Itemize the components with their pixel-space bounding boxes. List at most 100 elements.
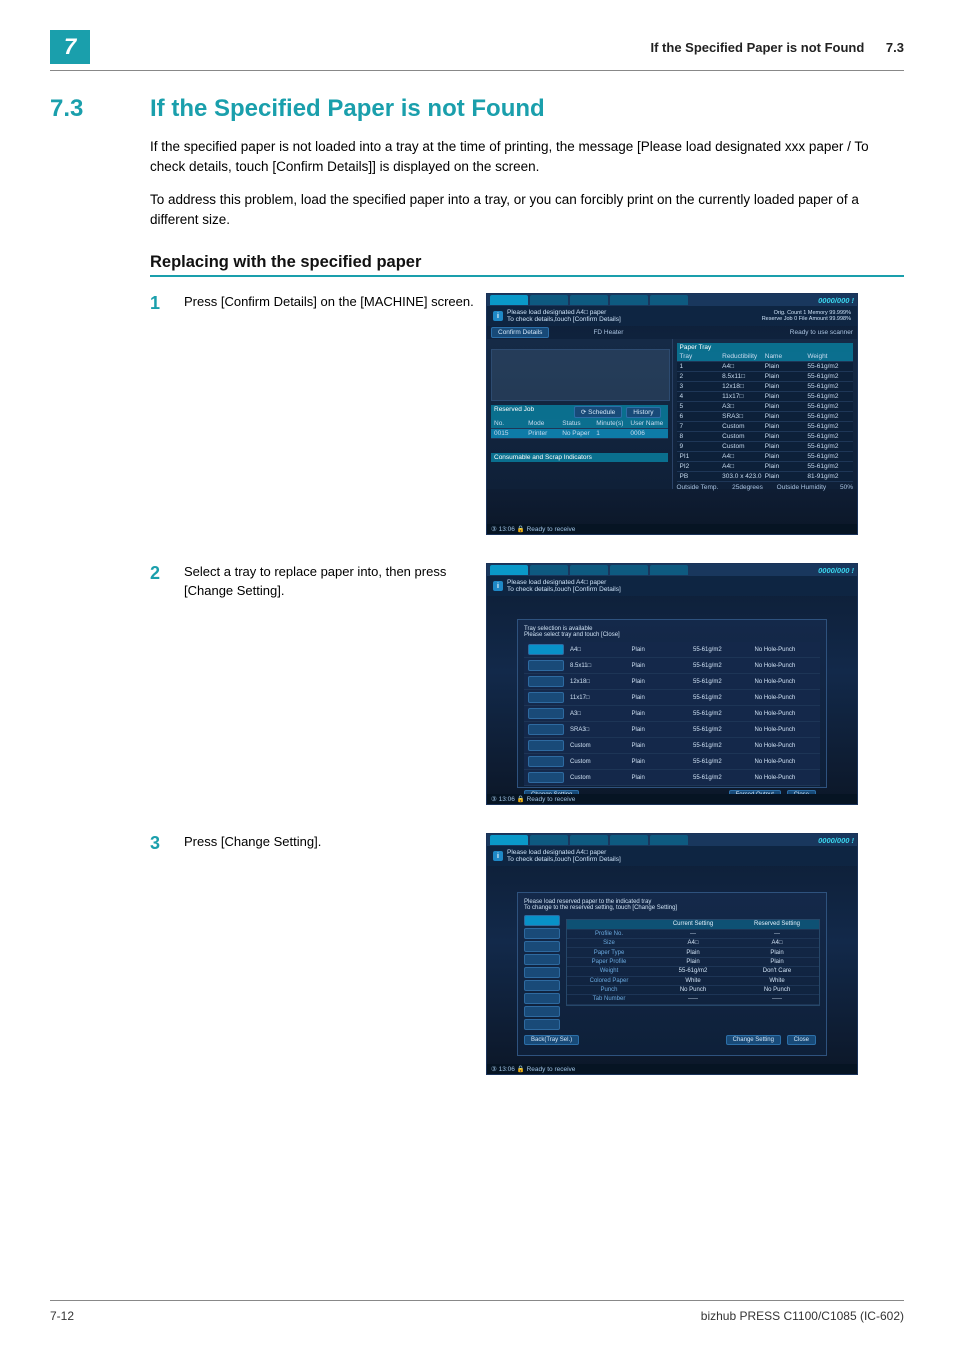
setting-row: Paper TypePlainPlain [567, 948, 819, 957]
tab-copy[interactable] [610, 835, 648, 845]
running-title-text: If the Specified Paper is not Found [651, 40, 865, 55]
tab-scan[interactable] [650, 565, 688, 575]
footer-product: bizhub PRESS C1100/C1085 (IC-602) [701, 1309, 904, 1323]
stop-counter: 0000/000 ! [818, 836, 854, 845]
tray-select-row[interactable]: A4□Plain55-61g/m2No Hole-Punch [524, 642, 820, 658]
stop-counter: 0000/000 ! [818, 566, 854, 575]
fd-heater-label: FD Heater [593, 329, 623, 336]
tab-scan[interactable] [650, 295, 688, 305]
paper-tray-row[interactable]: 28.5x11□Plain55-61g/m2 [677, 372, 854, 382]
paper-tray-header: Paper Tray [677, 343, 854, 352]
paper-tray-row[interactable]: 9CustomPlain55-61g/m2 [677, 442, 854, 452]
step-2-text: Select a tray to replace paper into, the… [184, 563, 486, 601]
tab-machine[interactable] [490, 295, 528, 305]
msg-line-1: Please load designated A4□ paper [507, 309, 621, 316]
chapter-tab: 7 [50, 30, 90, 64]
setting-row: Colored PaperWhiteWhite [567, 977, 819, 986]
machine-screen-screenshot-1: 0000/000 ! i Please load designated A4□ … [486, 293, 858, 535]
tab-recall[interactable] [570, 565, 608, 575]
machine-screen-screenshot-3: 0000/000 ! i Please load designated A4□ … [486, 833, 858, 1075]
info-icon: i [493, 581, 503, 591]
paper-tray-row[interactable]: 1A4□Plain55-61g/m2 [677, 362, 854, 372]
tray-selection-dialog: Tray selection is available Please selec… [517, 619, 827, 788]
tray-button[interactable] [524, 980, 560, 991]
machine-illustration [491, 349, 670, 401]
running-header: 7 If the Specified Paper is not Found 7.… [50, 30, 904, 71]
page-footer: 7-12 bizhub PRESS C1100/C1085 (IC-602) [50, 1300, 904, 1323]
confirm-details-button[interactable]: Confirm Details [491, 327, 549, 338]
tab-joblist[interactable] [530, 295, 568, 305]
step-1: 1 Press [Confirm Details] on the [MACHIN… [150, 293, 904, 535]
info-icon: i [493, 311, 503, 321]
paper-tray-row[interactable]: 6SRA3□Plain55-61g/m2 [677, 412, 854, 422]
paper-tray-row[interactable]: 312x18□Plain55-61g/m2 [677, 382, 854, 392]
section-number: 7.3 [50, 95, 150, 123]
tray-select-row[interactable]: 12x18□Plain55-61g/m2No Hole-Punch [524, 674, 820, 690]
step-1-text: Press [Confirm Details] on the [MACHINE]… [184, 293, 486, 312]
consumable-header: Consumable and Scrap Indicators [491, 453, 668, 462]
reserved-job-header: Reserved Job [494, 406, 534, 418]
tray-button[interactable] [524, 1019, 560, 1030]
change-setting-button[interactable]: Change Setting [726, 1035, 781, 1045]
machine-screen-screenshot-2: 0000/000 ! i Please load designated A4□ … [486, 563, 858, 805]
tab-joblist[interactable] [530, 835, 568, 845]
tray-select-row[interactable]: CustomPlain55-61g/m2No Hole-Punch [524, 738, 820, 754]
col-reserved: Reserved Setting [735, 920, 819, 928]
history-button[interactable]: History [626, 407, 660, 418]
tray-select-row[interactable]: 11x17□Plain55-61g/m2No Hole-Punch [524, 690, 820, 706]
change-setting-dialog: Please load reserved paper to the indica… [517, 892, 827, 1056]
setting-row: PunchNo PunchNo Punch [567, 986, 819, 995]
tray1-button[interactable] [524, 915, 560, 926]
setting-row: Profile No.------ [567, 930, 819, 939]
tray-select-row[interactable]: CustomPlain55-61g/m2No Hole-Punch [524, 770, 820, 786]
paper-tray-row[interactable]: 8CustomPlain55-61g/m2 [677, 432, 854, 442]
tray-select-row[interactable]: 8.5x11□Plain55-61g/m2No Hole-Punch [524, 658, 820, 674]
tab-copy[interactable] [610, 295, 648, 305]
running-section-number: 7.3 [886, 40, 904, 55]
reserved-job-row[interactable]: 0015PrinterNo Paper10006 [491, 429, 668, 439]
tray-button[interactable] [524, 928, 560, 939]
tab-recall[interactable] [570, 295, 608, 305]
tab-scan[interactable] [650, 835, 688, 845]
setting-row: Weight55-61g/m2Don't Care [567, 967, 819, 976]
tray-select-row[interactable]: A3□Plain55-61g/m2No Hole-Punch [524, 706, 820, 722]
tray-select-row[interactable]: CustomPlain55-61g/m2No Hole-Punch [524, 754, 820, 770]
tab-machine[interactable] [490, 835, 528, 845]
footer-page-number: 7-12 [50, 1309, 74, 1323]
tray-button[interactable] [524, 967, 560, 978]
tray-button[interactable] [524, 954, 560, 965]
dialog-msg-2: To change to the reserved setting, touch… [524, 905, 820, 911]
info-icon: i [493, 851, 503, 861]
step-3-text: Press [Change Setting]. [184, 833, 486, 852]
tab-recall[interactable] [570, 835, 608, 845]
subheading-replacing: Replacing with the specified paper [150, 253, 904, 277]
tray-button[interactable] [524, 941, 560, 952]
setting-row: Paper ProfilePlainPlain [567, 958, 819, 967]
paper-tray-row[interactable]: PI1A4□Plain55-61g/m2 [677, 452, 854, 462]
paper-tray-row[interactable]: 7CustomPlain55-61g/m2 [677, 422, 854, 432]
tab-copy[interactable] [610, 565, 648, 575]
step-3: 3 Press [Change Setting]. 0000/000 ! i P… [150, 833, 904, 1075]
ready-scanner-label: Ready to use scanner [790, 329, 853, 336]
intro-paragraph-1: If the specified paper is not loaded int… [150, 137, 904, 176]
tab-joblist[interactable] [530, 565, 568, 575]
schedule-button[interactable]: ⟳ Schedule [574, 406, 622, 418]
close-button[interactable]: Close [787, 1035, 816, 1045]
setting-row: Tab Number---------- [567, 995, 819, 1004]
stop-counter: 0000/000 ! [818, 296, 854, 305]
tray-button[interactable] [524, 993, 560, 1004]
step-2: 2 Select a tray to replace paper into, t… [150, 563, 904, 805]
paper-tray-row[interactable]: PI2A4□Plain55-61g/m2 [677, 462, 854, 472]
setting-row: SizeA4□A4□ [567, 939, 819, 948]
paper-tray-row[interactable]: 5A3□Plain55-61g/m2 [677, 402, 854, 412]
paper-tray-row[interactable]: PB303.0 x 423.0Plain81-91g/m2 [677, 472, 854, 482]
tray-button[interactable] [524, 1006, 560, 1017]
section-title: If the Specified Paper is not Found [150, 95, 545, 123]
tray-select-row[interactable]: SRA3□Plain55-61g/m2No Hole-Punch [524, 722, 820, 738]
msg-line-2: To check details,touch [Confirm Details] [507, 316, 621, 323]
back-button[interactable]: Back(Tray Sel.) [524, 1035, 579, 1045]
step-2-number: 2 [150, 563, 184, 584]
tab-machine[interactable] [490, 565, 528, 575]
intro-paragraph-2: To address this problem, load the specif… [150, 190, 904, 229]
paper-tray-row[interactable]: 411x17□Plain55-61g/m2 [677, 392, 854, 402]
